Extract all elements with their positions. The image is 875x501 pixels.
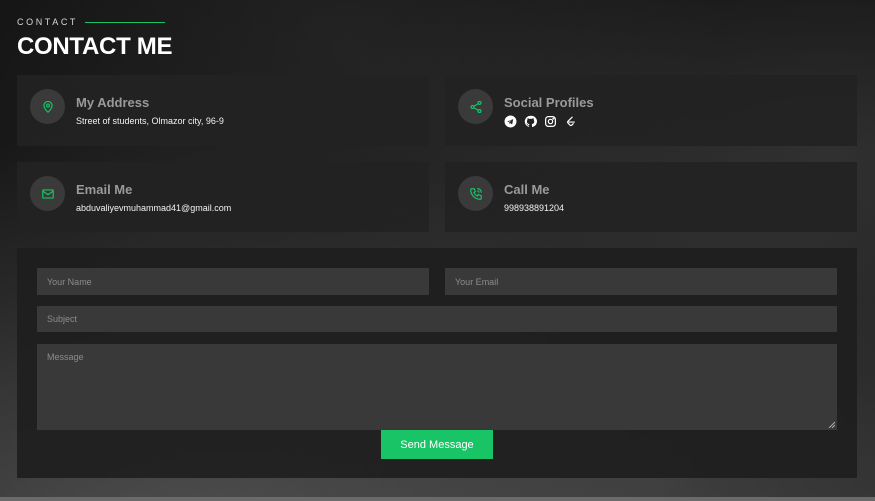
send-message-button[interactable]: Send Message xyxy=(381,430,493,459)
address-value: Street of students, Olmazor city, 96-9 xyxy=(76,116,224,126)
address-title: My Address xyxy=(76,95,150,110)
leetcode-icon[interactable] xyxy=(564,115,577,128)
section-label-line xyxy=(85,21,166,23)
page-title: CONTACT ME xyxy=(17,33,173,60)
mail-icon xyxy=(30,176,65,211)
email-input[interactable] xyxy=(445,268,837,295)
github-icon[interactable] xyxy=(524,115,537,128)
subject-input[interactable] xyxy=(37,306,837,332)
contact-section: CONTACT CONTACT ME My Address Street of … xyxy=(0,0,875,501)
phone-card: Call Me 998938891204 xyxy=(445,162,857,232)
contact-form: Send Message xyxy=(17,248,857,478)
instagram-icon[interactable] xyxy=(544,115,557,128)
phone-title: Call Me xyxy=(504,182,550,197)
social-links xyxy=(504,115,594,128)
address-card: My Address Street of students, Olmazor c… xyxy=(17,75,429,146)
resize-grip-icon[interactable] xyxy=(828,421,835,428)
email-card: Email Me abduvaliyevmuhammad41@gmail.com xyxy=(17,162,429,232)
social-card: Social Profiles xyxy=(445,75,857,146)
map-pin-icon xyxy=(30,89,65,124)
name-input[interactable] xyxy=(37,268,429,295)
email-value[interactable]: abduvaliyevmuhammad41@gmail.com xyxy=(76,203,231,213)
message-textarea[interactable] xyxy=(37,344,837,430)
section-label-text: CONTACT xyxy=(17,17,79,27)
telegram-icon[interactable] xyxy=(504,115,517,128)
section-label: CONTACT xyxy=(17,17,166,27)
social-title: Social Profiles xyxy=(504,95,594,110)
phone-icon xyxy=(458,176,493,211)
share-icon xyxy=(458,89,493,124)
phone-value[interactable]: 998938891204 xyxy=(504,203,564,213)
email-title: Email Me xyxy=(76,182,133,197)
